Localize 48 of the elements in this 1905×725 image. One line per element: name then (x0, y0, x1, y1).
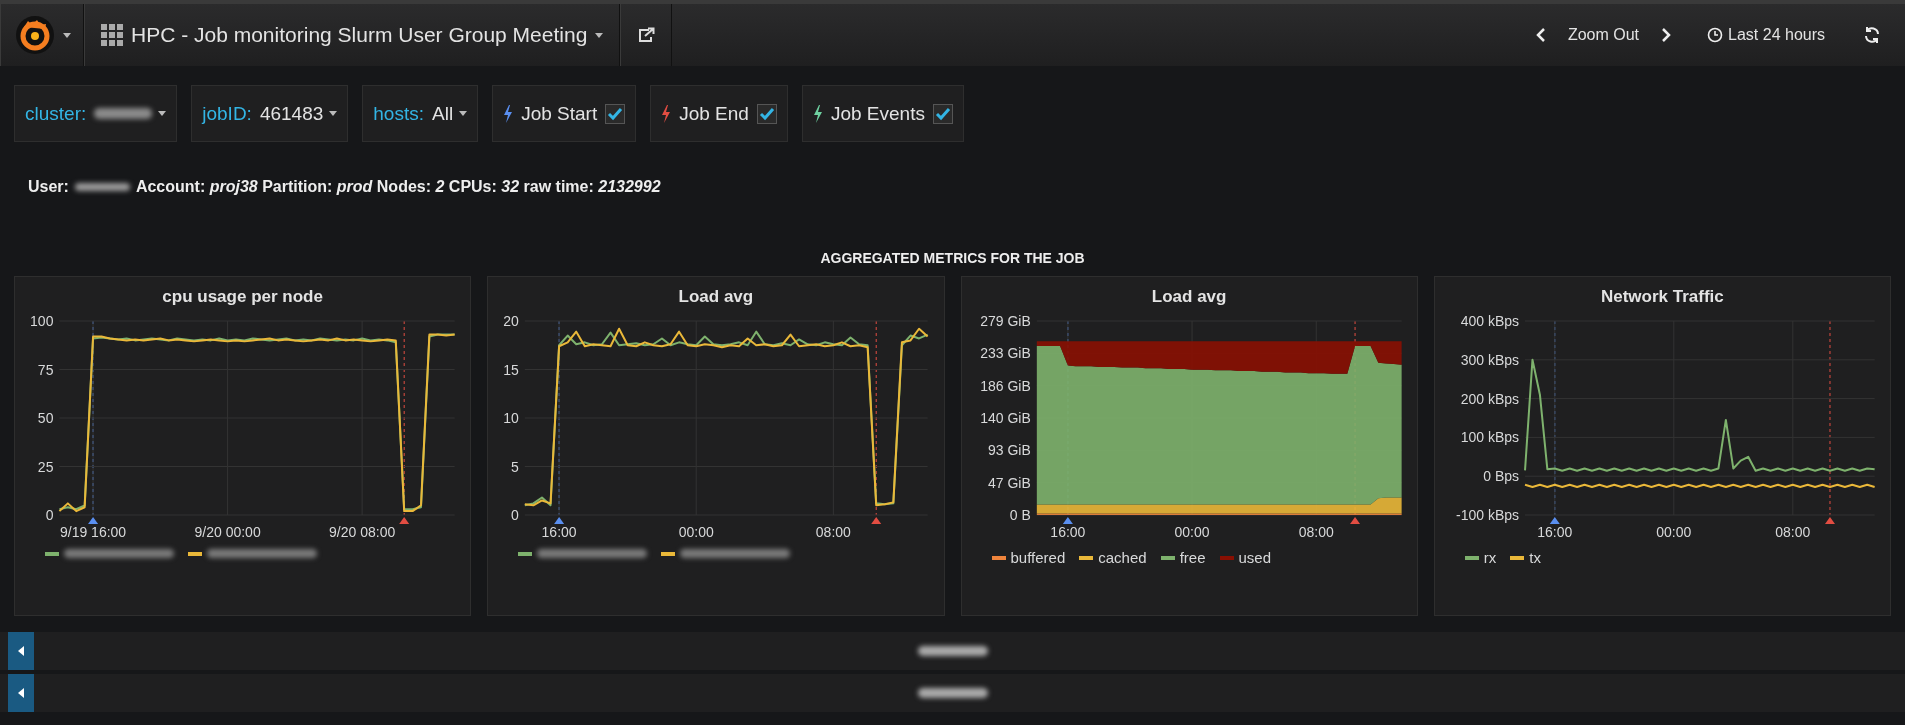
axis-tick-label: 140 GiB (979, 410, 1031, 426)
axis-tick-label: 25 (37, 458, 54, 475)
axis-tick-label: 08:00 (816, 524, 852, 540)
panel-title: Load avg (1150, 286, 1228, 308)
variable-label: hosts: (373, 102, 424, 125)
axis-tick-label: 279 GiB (979, 313, 1031, 329)
axis-tick-label: 00:00 (678, 524, 714, 540)
axis-tick-label: 20 (503, 313, 520, 329)
axis-tick-label: 0 (511, 507, 520, 523)
axis-tick-label: 186 GiB (979, 377, 1031, 394)
annotation-label: Job End (679, 102, 749, 125)
user-label: User: (28, 178, 69, 196)
axis-tick-label: 0 Bps (1482, 468, 1519, 485)
axis-tick-label: -100 kBps (1455, 507, 1519, 523)
axis-tick-label: 100 (30, 313, 54, 329)
axis-tick-label: 08:00 (1298, 524, 1334, 540)
section-title: AGGREGATED METRICS FOR THE JOB (819, 250, 1086, 266)
panel-title: cpu usage per node (161, 286, 324, 308)
panel-title: Network Traffic (1599, 286, 1725, 308)
axis-tick-label: 0 (45, 507, 54, 523)
axis-tick-label: 233 GiB (979, 345, 1031, 362)
annotation-label: Job Start (521, 102, 598, 125)
job-details-text: Account: proj38 Partition: prod Nodes: 2 CPUs: 32 raw time: 2132992 (135, 178, 661, 196)
axis-tick-label: 00:00 (1656, 524, 1692, 540)
axis-tick-label: 75 (37, 361, 54, 378)
axis-tick-label: 93 GiB (987, 442, 1031, 459)
axis-tick-label: 50 (37, 410, 54, 426)
panel-title: Load avg (677, 286, 755, 308)
axis-tick-label: 16:00 (541, 524, 577, 540)
axis-tick-label: 9/19 16:00 (59, 524, 127, 540)
axis-tick-label: 08:00 (1775, 524, 1811, 540)
axis-tick-label: 00:00 (1174, 524, 1210, 540)
axis-tick-label: 16:00 (1049, 524, 1085, 540)
axis-tick-label: 15 (503, 361, 520, 378)
axis-tick-label: 200 kBps (1460, 390, 1519, 407)
axis-tick-label: 400 kBps (1460, 313, 1519, 329)
axis-tick-label: 300 kBps (1460, 351, 1519, 368)
axis-tick-label: 9/20 00:00 (194, 524, 261, 540)
variable-label: cluster: (25, 102, 87, 125)
axis-tick-label: 9/20 08:00 (329, 524, 396, 540)
axis-tick-label: 5 (511, 458, 520, 475)
axis-tick-label: 0 B (1009, 507, 1031, 523)
axis-tick-label: 100 kBps (1460, 429, 1519, 446)
annotation-label: Job Events (830, 102, 925, 125)
axis-tick-label: 10 (503, 410, 520, 426)
axis-tick-label: 16:00 (1537, 524, 1573, 540)
variable-label: jobID: (202, 102, 252, 125)
axis-tick-label: 47 GiB (987, 474, 1031, 491)
